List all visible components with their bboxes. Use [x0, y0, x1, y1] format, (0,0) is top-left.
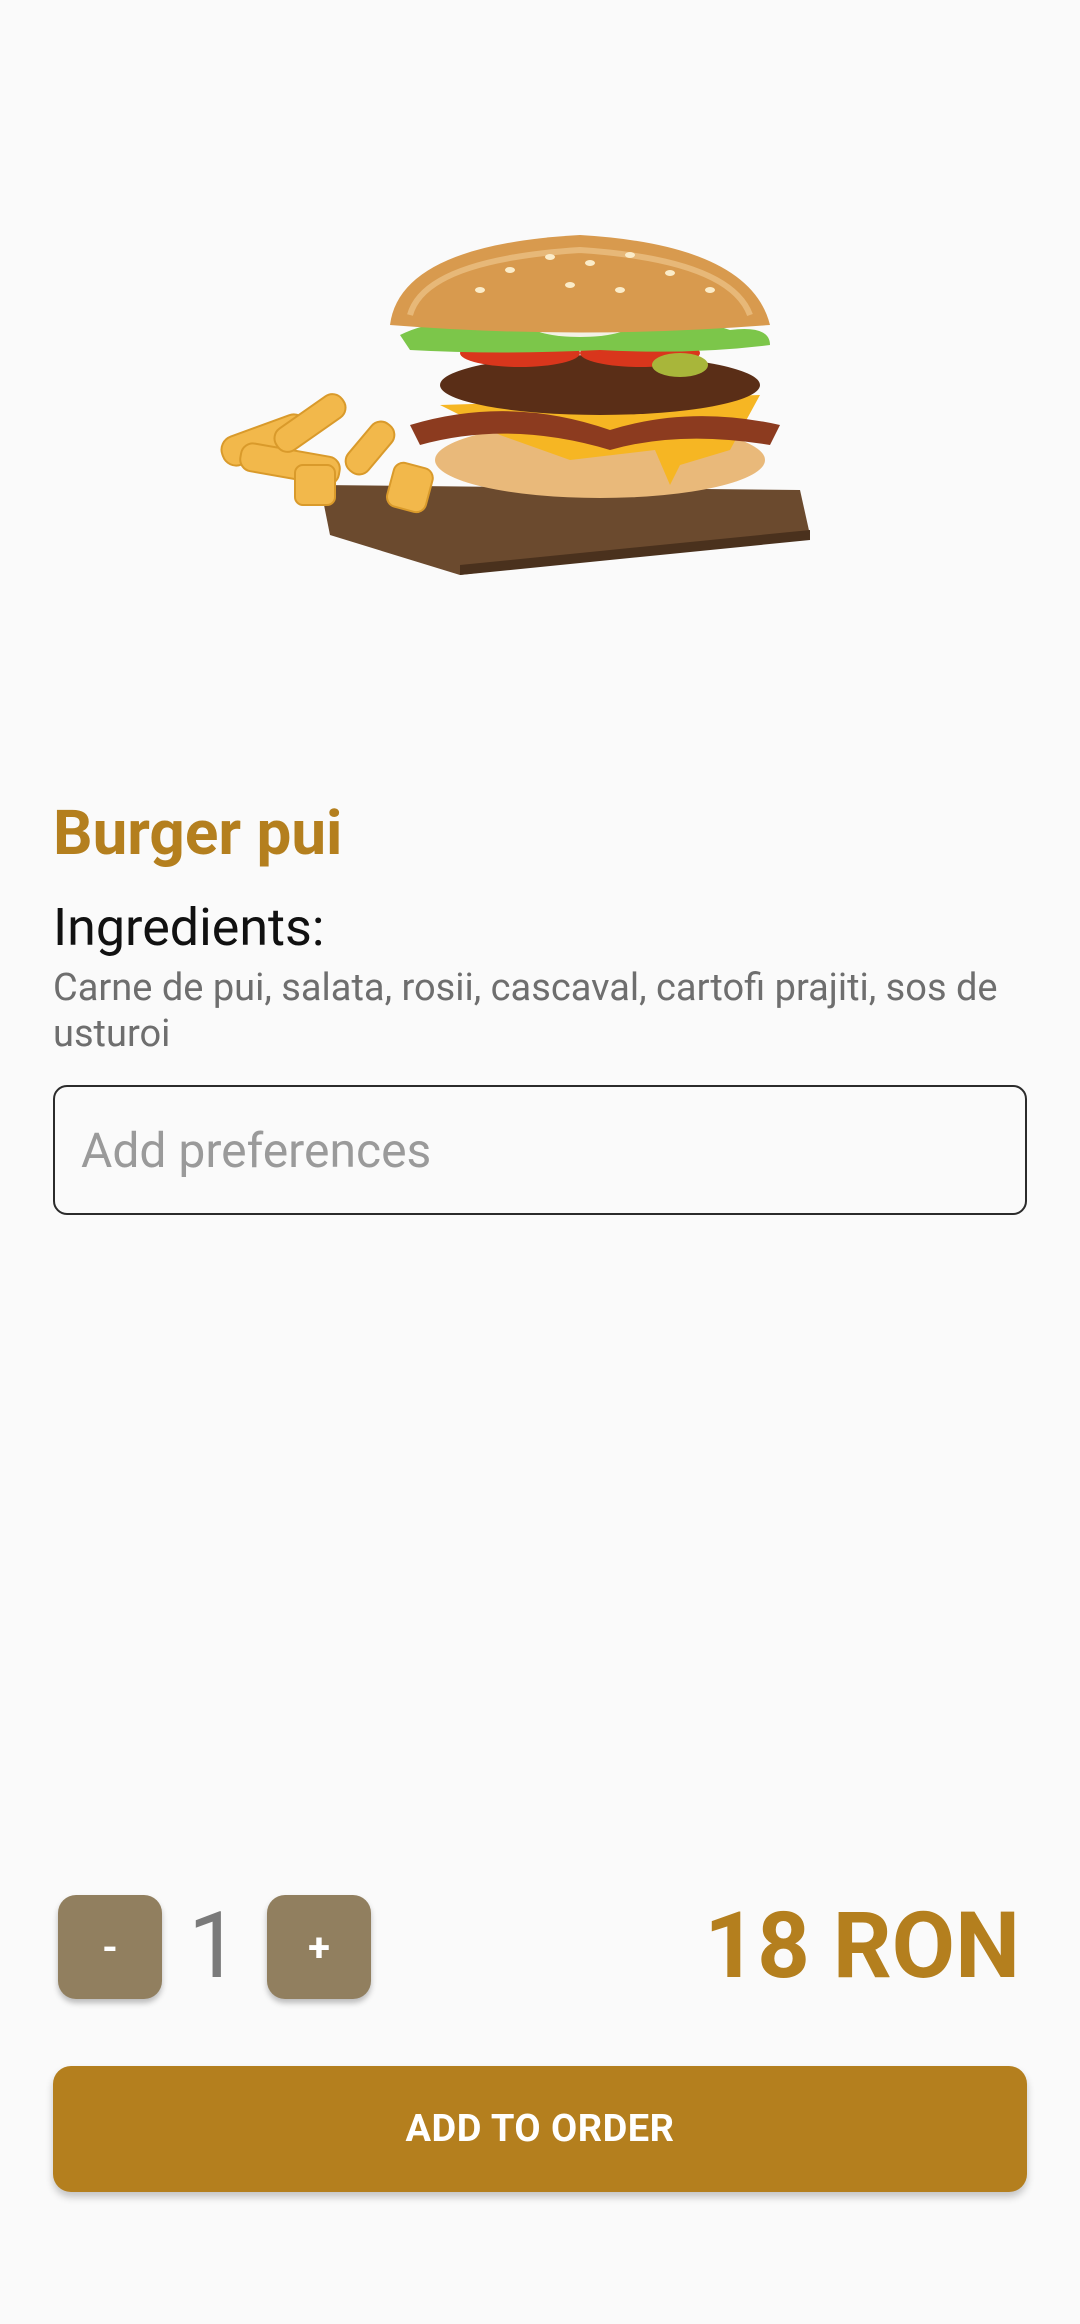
preferences-input[interactable] [53, 1085, 1027, 1215]
increase-quantity-button[interactable]: + [267, 1895, 371, 1999]
quantity-value: 1 [188, 1893, 240, 2000]
product-detail-screen: Burger pui Ingredients: Carne de pui, sa… [0, 0, 1080, 2324]
decrease-quantity-button[interactable]: - [58, 1895, 162, 1999]
ingredients-heading: Ingredients: [53, 897, 325, 958]
add-to-order-button[interactable]: ADD TO ORDER [53, 2066, 1027, 2192]
price-label: 18 RON [704, 1893, 1020, 2000]
ingredients-text: Carne de pui, salata, rosii, cascaval, c… [53, 966, 998, 1056]
product-image [210, 235, 870, 575]
product-title: Burger pui [53, 797, 343, 870]
